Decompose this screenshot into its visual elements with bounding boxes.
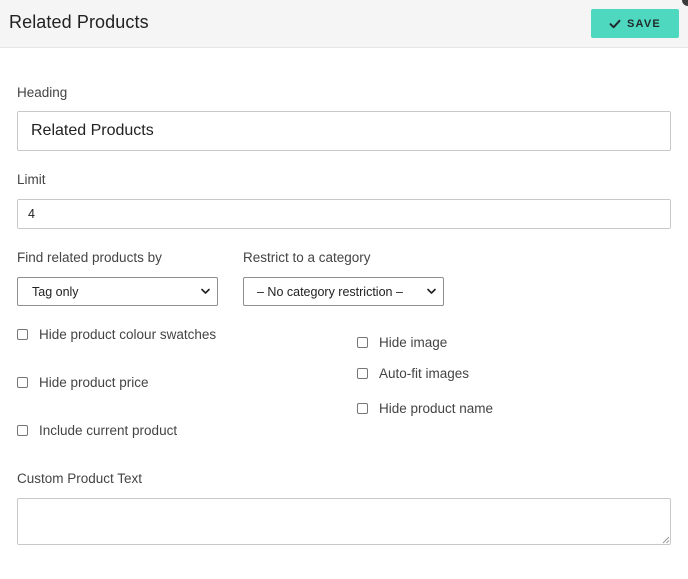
check-icon bbox=[609, 19, 621, 28]
hide-price-option[interactable]: Hide product price bbox=[17, 375, 149, 390]
hide-product-name-label: Hide product name bbox=[379, 401, 494, 416]
custom-text-label: Custom Product Text bbox=[17, 471, 143, 486]
hide-image-checkbox[interactable] bbox=[357, 337, 368, 348]
find-by-select[interactable]: Tag only bbox=[17, 277, 218, 306]
category-selected: – No category restriction – bbox=[257, 284, 403, 299]
limit-input[interactable] bbox=[17, 199, 671, 229]
panel-header: Related Products SAVE bbox=[0, 0, 688, 48]
hide-image-option[interactable]: Hide image bbox=[357, 335, 447, 350]
hide-colour-swatches-checkbox[interactable] bbox=[17, 329, 28, 340]
auto-fit-images-checkbox[interactable] bbox=[357, 368, 368, 379]
window-corner bbox=[682, 0, 688, 6]
save-button-label: SAVE bbox=[627, 17, 661, 30]
include-current-product-label: Include current product bbox=[39, 423, 178, 438]
hide-product-name-option[interactable]: Hide product name bbox=[357, 401, 493, 416]
hide-price-label: Hide product price bbox=[39, 375, 149, 390]
resize-grip-icon[interactable] bbox=[662, 536, 670, 544]
related-products-editor: Related Products SAVE Heading Limit Find… bbox=[0, 0, 688, 579]
find-by-selected: Tag only bbox=[32, 284, 79, 299]
hide-colour-swatches-label: Hide product colour swatches bbox=[39, 327, 217, 342]
auto-fit-images-label: Auto-fit images bbox=[379, 366, 470, 381]
hide-price-checkbox[interactable] bbox=[17, 377, 28, 388]
category-select[interactable]: – No category restriction – bbox=[243, 277, 444, 306]
include-current-product-option[interactable]: Include current product bbox=[17, 423, 177, 438]
hide-product-name-checkbox[interactable] bbox=[357, 403, 368, 414]
custom-text-textarea[interactable] bbox=[17, 498, 671, 545]
category-label: Restrict to a category bbox=[243, 250, 371, 265]
find-by-label: Find related products by bbox=[17, 250, 162, 265]
panel-title: Related Products bbox=[9, 12, 149, 32]
chevron-down-icon bbox=[201, 288, 210, 294]
limit-label: Limit bbox=[17, 172, 46, 187]
heading-label: Heading bbox=[17, 85, 68, 100]
hide-image-label: Hide image bbox=[379, 335, 448, 350]
include-current-product-checkbox[interactable] bbox=[17, 425, 28, 436]
hide-colour-swatches-option[interactable]: Hide product colour swatches bbox=[17, 327, 216, 342]
auto-fit-images-option[interactable]: Auto-fit images bbox=[357, 366, 469, 381]
save-button[interactable]: SAVE bbox=[591, 9, 679, 38]
heading-input[interactable] bbox=[17, 111, 671, 151]
chevron-down-icon bbox=[427, 288, 436, 294]
